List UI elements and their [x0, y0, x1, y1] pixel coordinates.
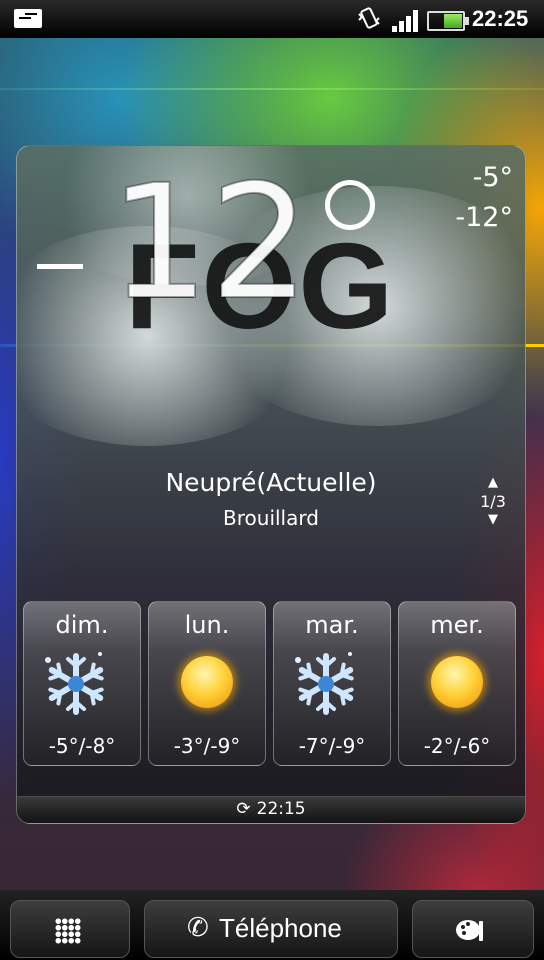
degree-symbol: [325, 180, 375, 230]
forecast-day-name: lun.: [184, 611, 230, 639]
forecast-day-card[interactable]: dim. -5°/-8°: [23, 601, 141, 766]
city-pager: ▲ 1/3 ▼: [473, 474, 513, 529]
forecast-day-name: dim.: [55, 611, 109, 639]
pager-up-icon[interactable]: ▲: [473, 474, 513, 492]
high-low-temps: -5° -12°: [455, 158, 513, 238]
forecast-day-temps: -3°/-9°: [173, 734, 241, 758]
snow-icon: [295, 652, 354, 715]
wallpaper-stripe-top: [0, 88, 544, 90]
pager-count: 1/3: [480, 492, 506, 511]
current-temp-sign: [37, 264, 83, 269]
sun-icon: [431, 656, 483, 708]
forecast-row: dim. -5°/-8° lun. -3°/-9° mar. -7°/-9° mer. -2°…: [23, 601, 519, 766]
high-temp: -5°: [472, 162, 513, 193]
weather-widget[interactable]: FOG 12 -5° -12° Neupré(Actuelle) Brouill…: [16, 145, 526, 824]
forecast-day-temps: -2°/-6°: [423, 734, 491, 758]
low-temp: -12°: [455, 202, 513, 233]
personalize-icon: [456, 920, 483, 941]
forecast-day-card[interactable]: mer. -2°/-6°: [398, 601, 516, 766]
status-clock: 22:25: [472, 6, 529, 31]
all-apps-icon: [55, 918, 81, 944]
last-update-time: 22:15: [256, 799, 306, 819]
vibrate-icon: [358, 7, 380, 29]
last-update-bar[interactable]: ⟳ 22:15: [17, 796, 525, 823]
signal-icon: [392, 10, 418, 32]
pager-down-icon[interactable]: ▼: [473, 511, 513, 529]
forecast-day-card[interactable]: mar. -7°/-9°: [273, 601, 391, 766]
phone-button[interactable]: ✆ Téléphone: [144, 900, 398, 958]
forecast-day-temps: -5°/-8°: [48, 734, 116, 758]
notification-message-icon[interactable]: [14, 9, 42, 28]
sun-icon: [181, 656, 233, 708]
phone-icon: ✆: [187, 913, 209, 943]
snow-icon: [45, 652, 104, 715]
forecast-day-card[interactable]: lun. -3°/-9°: [148, 601, 266, 766]
phone-label: Téléphone: [219, 913, 342, 943]
forecast-day-name: mar.: [305, 611, 359, 639]
battery-icon: [427, 11, 469, 31]
status-bar: 22:25: [0, 0, 544, 38]
location-name[interactable]: Neupré(Actuelle): [17, 468, 525, 497]
current-temperature: 12: [108, 151, 311, 335]
forecast-day-temps: -7°/-9°: [298, 734, 366, 758]
bottom-dock: ✆ Téléphone: [0, 890, 544, 960]
personalize-button[interactable]: [412, 900, 534, 958]
all-apps-button[interactable]: [10, 900, 130, 958]
forecast-day-name: mer.: [430, 611, 484, 639]
refresh-icon[interactable]: ⟳: [236, 797, 250, 822]
condition-text: Brouillard: [223, 506, 319, 530]
